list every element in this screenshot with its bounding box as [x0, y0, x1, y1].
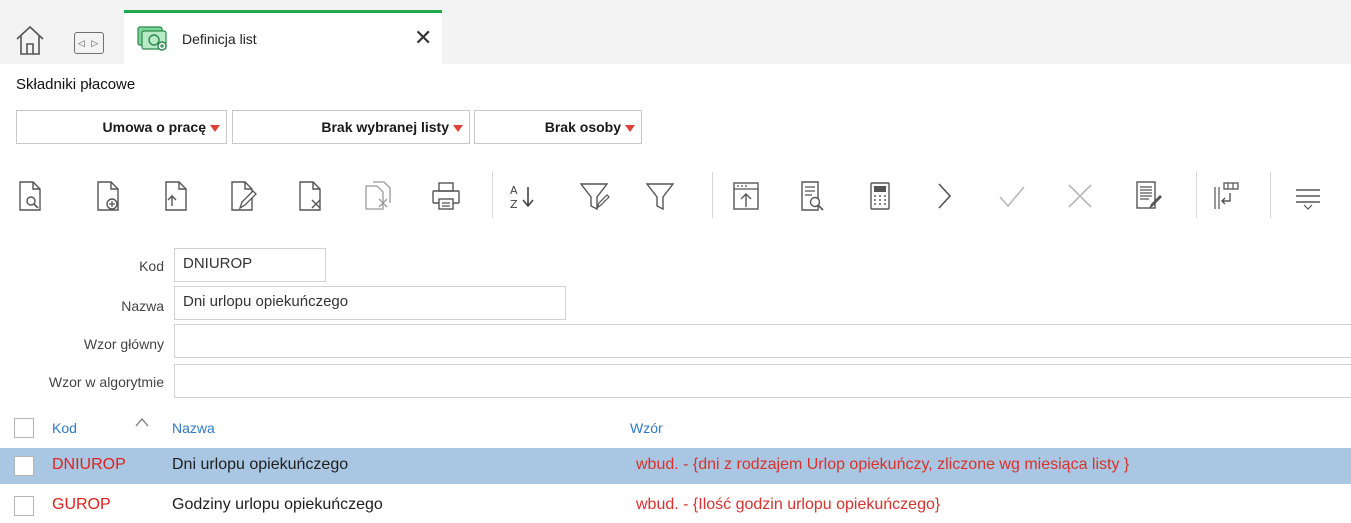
details-icon[interactable] [794, 176, 830, 216]
import-document-icon[interactable] [158, 176, 194, 216]
dropdown-arrow-icon [210, 124, 220, 132]
print-icon[interactable] [428, 176, 464, 216]
column-header-formula[interactable]: Wzór [630, 420, 663, 436]
code-field[interactable]: DNIUROP [174, 248, 326, 282]
accept-icon[interactable] [994, 176, 1030, 216]
columns-icon[interactable] [1208, 176, 1244, 216]
copy-document-icon[interactable] [360, 176, 396, 216]
home-icon[interactable] [14, 22, 46, 58]
add-document-icon[interactable] [90, 176, 126, 216]
payroll-list-label: Brak wybranej listy [321, 119, 449, 135]
menu-icon[interactable] [1290, 176, 1326, 216]
next-icon[interactable] [926, 176, 962, 216]
row-name: Dni urlopu opiekuńczego [172, 456, 349, 473]
toolbar-separator [492, 172, 493, 218]
person-label: Brak osoby [544, 119, 621, 135]
payroll-list-dropdown[interactable]: Brak wybranej listy [232, 110, 470, 144]
code-label: Kod [139, 258, 164, 274]
sort-az-icon[interactable]: AZ [504, 176, 540, 216]
dropdown-arrow-icon [625, 124, 635, 132]
toolbar: AZ [0, 166, 1351, 226]
toolbar-separator [1270, 172, 1271, 218]
row-code: GUROP [52, 496, 111, 513]
dropdown-arrow-icon [453, 124, 463, 132]
grid-header: Kod Nazwa Wzór [0, 408, 1351, 448]
main-formula-field[interactable] [174, 324, 1351, 358]
table-row[interactable]: GUROP Godziny urlopu opiekuńczego wbud. … [0, 488, 1351, 523]
calculator-icon[interactable] [862, 176, 898, 216]
export-icon[interactable] [728, 176, 764, 216]
column-header-name[interactable]: Nazwa [172, 420, 215, 436]
edit-filter-icon[interactable] [576, 176, 612, 216]
report-edit-icon[interactable] [1130, 176, 1166, 216]
person-dropdown[interactable]: Brak osoby [474, 110, 642, 144]
toolbar-separator [1196, 172, 1197, 218]
payroll-definition-icon [136, 23, 170, 53]
name-field[interactable]: Dni urlopu opiekuńczego [174, 286, 566, 320]
select-all-checkbox[interactable] [14, 418, 34, 438]
row-checkbox[interactable] [14, 456, 34, 476]
column-header-code[interactable]: Kod [52, 420, 77, 436]
tab-definicja-list[interactable]: Definicja list ✕ [124, 10, 442, 64]
table-row[interactable]: DNIUROP Dni urlopu opiekuńczego wbud. - … [0, 448, 1351, 484]
toolbar-separator [712, 172, 713, 218]
row-checkbox[interactable] [14, 496, 34, 516]
delete-document-icon[interactable] [292, 176, 328, 216]
close-icon[interactable]: ✕ [414, 27, 432, 49]
algorithm-formula-field[interactable] [174, 364, 1351, 398]
row-formula: wbud. - {dni z rodzajem Urlop opiekuńczy… [636, 456, 1130, 473]
filter-icon[interactable] [642, 176, 678, 216]
row-formula: wbud. - {Ilość godzin urlopu opiekuńczeg… [636, 496, 941, 513]
tab-title: Definicja list [182, 31, 257, 47]
svg-text:A: A [510, 184, 518, 197]
tab-navigation-icon[interactable]: ◁ ▷ [74, 32, 104, 54]
main-formula-label: Wzor główny [83, 336, 164, 352]
name-label: Nazwa [121, 298, 164, 314]
preview-document-icon[interactable] [12, 176, 48, 216]
row-name: Godziny urlopu opiekuńczego [172, 496, 383, 513]
algorithm-formula-label: Wzor w algorytmie [48, 374, 164, 390]
section-title: Składniki płacowe [16, 76, 136, 93]
row-code: DNIUROP [52, 456, 126, 473]
contract-type-label: Umowa o pracę [102, 119, 206, 135]
contract-type-dropdown[interactable]: Umowa o pracę [16, 110, 227, 144]
svg-text:Z: Z [510, 198, 518, 211]
tab-bar: ◁ ▷ Definicja list ✕ [0, 0, 1351, 64]
edit-document-icon[interactable] [224, 176, 260, 216]
cancel-icon[interactable] [1062, 176, 1098, 216]
sort-ascending-icon[interactable] [134, 416, 150, 428]
